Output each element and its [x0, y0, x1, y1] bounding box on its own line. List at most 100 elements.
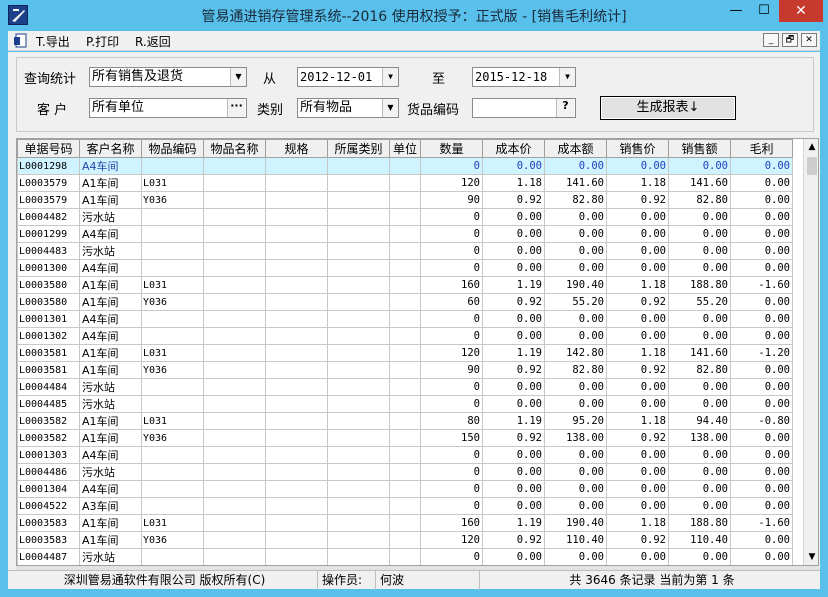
column-header[interactable]: 成本价 — [482, 139, 545, 158]
table-cell[interactable]: 0.00 — [482, 446, 545, 464]
table-cell[interactable]: -1.20 — [730, 344, 793, 362]
table-cell[interactable]: 0.00 — [482, 395, 545, 413]
table-row[interactable]: L0001299 A4车间 0 0.00 0.00 0.00 0.00 0.00 — [17, 225, 793, 243]
table-cell[interactable] — [141, 208, 204, 226]
table-cell[interactable]: 0.00 — [544, 327, 607, 345]
table-cell[interactable]: 82.80 — [668, 361, 731, 379]
column-header[interactable]: 销售价 — [606, 139, 669, 158]
table-cell[interactable]: 0.00 — [482, 378, 545, 396]
table-cell[interactable]: 污水站 — [79, 242, 142, 260]
table-cell[interactable] — [389, 446, 421, 464]
table-cell[interactable]: 0.00 — [606, 463, 669, 481]
table-cell[interactable]: L0004486 — [17, 463, 80, 481]
table-cell[interactable]: 94.40 — [668, 412, 731, 430]
table-cell[interactable]: A4车间 — [79, 327, 142, 345]
table-cell[interactable]: 0.92 — [482, 429, 545, 447]
table-cell[interactable]: L0003580 — [17, 293, 80, 311]
table-cell[interactable] — [141, 548, 204, 565]
table-cell[interactable]: 90 — [420, 191, 483, 209]
table-cell[interactable]: A4车间 — [79, 259, 142, 277]
table-cell[interactable] — [265, 327, 328, 345]
table-cell[interactable]: L0004484 — [17, 378, 80, 396]
table-cell[interactable]: -1.60 — [730, 276, 793, 294]
table-cell[interactable] — [389, 327, 421, 345]
table-row[interactable]: L0003583 A1车间 L031 160 1.19 190.40 1.18 188.80-… — [17, 514, 793, 532]
table-row[interactable]: L0003579 A1车间 Y036 90 0.92 82.80 0.92 82.80 0.00 — [17, 191, 793, 209]
table-cell[interactable]: 110.40 — [668, 531, 731, 549]
menu-return[interactable]: R.返回 — [135, 33, 171, 50]
table-cell[interactable]: 0.00 — [606, 259, 669, 277]
table-cell[interactable] — [203, 429, 266, 447]
table-cell[interactable]: 0.00 — [606, 548, 669, 565]
table-cell[interactable]: 0 — [420, 242, 483, 260]
table-cell[interactable]: L0004487 — [17, 548, 80, 565]
table-cell[interactable] — [327, 208, 390, 226]
table-cell[interactable]: 80 — [420, 412, 483, 430]
table-cell[interactable] — [389, 395, 421, 413]
table-cell[interactable]: 188.80 — [668, 276, 731, 294]
table-cell[interactable]: 0.00 — [668, 327, 731, 345]
table-cell[interactable] — [327, 225, 390, 243]
table-cell[interactable]: A1车间 — [79, 531, 142, 549]
category-select[interactable]: 所有物品 ▼ — [297, 98, 399, 118]
table-cell[interactable] — [389, 208, 421, 226]
table-row[interactable]: L0001298 A4车间 0 0.00 0.00 0.00 0.00 0.00 — [17, 157, 793, 175]
table-cell[interactable]: 0.00 — [544, 395, 607, 413]
table-cell[interactable] — [389, 191, 421, 209]
table-cell[interactable]: L031 — [141, 174, 204, 192]
table-cell[interactable]: Y036 — [141, 429, 204, 447]
table-cell[interactable] — [203, 276, 266, 294]
table-cell[interactable]: 0.92 — [482, 361, 545, 379]
table-cell[interactable]: -0.80 — [730, 412, 793, 430]
table-cell[interactable] — [327, 548, 390, 565]
table-cell[interactable]: 0 — [420, 463, 483, 481]
column-header[interactable]: 销售额 — [668, 139, 731, 158]
table-cell[interactable]: A1车间 — [79, 293, 142, 311]
table-cell[interactable]: 0.00 — [544, 225, 607, 243]
table-cell[interactable] — [327, 361, 390, 379]
table-cell[interactable]: A1车间 — [79, 344, 142, 362]
table-cell[interactable] — [389, 310, 421, 328]
table-cell[interactable]: 0.00 — [482, 480, 545, 498]
table-cell[interactable]: 0.00 — [730, 157, 793, 175]
column-header[interactable]: 毛利 — [730, 139, 793, 158]
table-cell[interactable]: A1车间 — [79, 412, 142, 430]
table-row[interactable]: L0003581 A1车间 Y036 90 0.92 82.80 0.92 82.80 0.00 — [17, 361, 793, 379]
table-cell[interactable]: 污水站 — [79, 208, 142, 226]
table-cell[interactable]: 0 — [420, 395, 483, 413]
table-cell[interactable]: L0004522 — [17, 497, 80, 515]
table-cell[interactable]: 190.40 — [544, 514, 607, 532]
table-row[interactable]: L0001302 A4车间 0 0.00 0.00 0.00 0.00 0.00 — [17, 327, 793, 345]
table-cell[interactable]: 0.00 — [730, 259, 793, 277]
table-cell[interactable] — [203, 378, 266, 396]
table-cell[interactable] — [389, 174, 421, 192]
table-row[interactable]: L0003580 A1车间 Y036 60 0.92 55.20 0.92 55.20 0.00 — [17, 293, 793, 311]
table-cell[interactable]: 0.00 — [606, 378, 669, 396]
table-cell[interactable]: 0 — [420, 548, 483, 565]
table-cell[interactable]: 0.00 — [482, 310, 545, 328]
table-cell[interactable]: 0.00 — [668, 378, 731, 396]
table-cell[interactable] — [265, 174, 328, 192]
table-cell[interactable]: A1车间 — [79, 429, 142, 447]
table-cell[interactable] — [265, 514, 328, 532]
table-cell[interactable]: 0.00 — [730, 463, 793, 481]
table-cell[interactable]: 污水站 — [79, 463, 142, 481]
table-cell[interactable]: 142.80 — [544, 344, 607, 362]
table-cell[interactable]: 0.00 — [668, 497, 731, 515]
table-cell[interactable] — [203, 463, 266, 481]
table-cell[interactable] — [203, 395, 266, 413]
table-cell[interactable]: 0.00 — [730, 429, 793, 447]
table-cell[interactable] — [327, 191, 390, 209]
table-cell[interactable]: A4车间 — [79, 446, 142, 464]
table-cell[interactable] — [203, 157, 266, 175]
table-cell[interactable] — [389, 463, 421, 481]
table-cell[interactable]: 0.00 — [482, 225, 545, 243]
maximize-button[interactable]: ☐ — [751, 0, 777, 22]
table-cell[interactable]: 150 — [420, 429, 483, 447]
table-cell[interactable]: 0.00 — [668, 259, 731, 277]
table-cell[interactable]: L0001303 — [17, 446, 80, 464]
table-cell[interactable]: 0.00 — [730, 361, 793, 379]
table-cell[interactable] — [265, 310, 328, 328]
mdi-minimize-button[interactable]: _ — [763, 33, 779, 47]
table-cell[interactable]: 0.92 — [482, 191, 545, 209]
